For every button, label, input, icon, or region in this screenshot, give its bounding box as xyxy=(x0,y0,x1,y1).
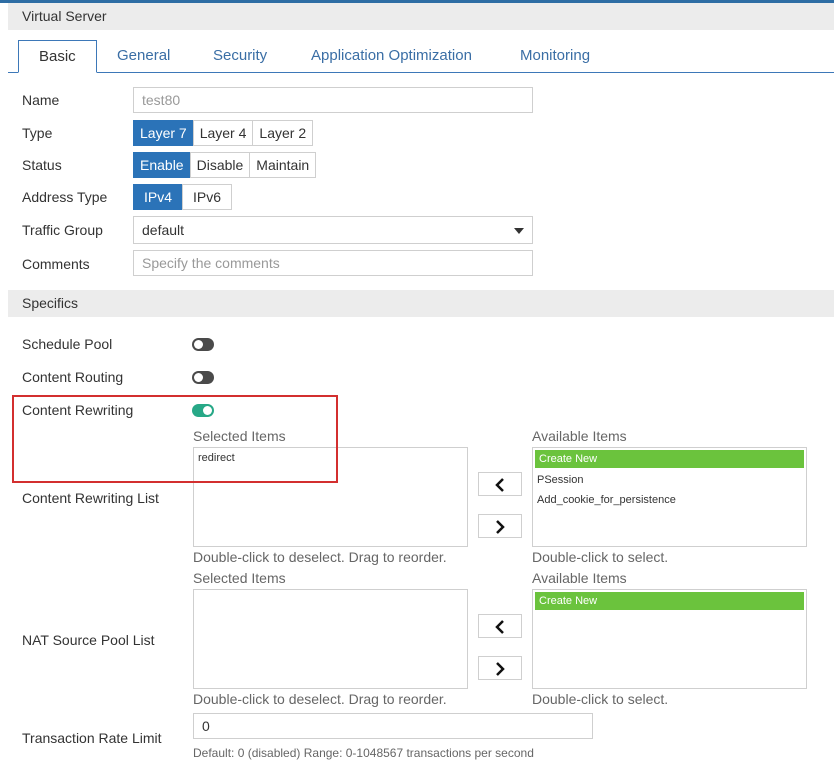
nat-move-left-button[interactable] xyxy=(478,614,522,638)
transaction-rate-limit-input[interactable] xyxy=(193,713,593,739)
type-segmented-control: Layer 7 Layer 4 Layer 2 xyxy=(133,120,314,146)
crl-available-item[interactable]: PSession xyxy=(533,470,806,490)
traffic-group-value: default xyxy=(142,222,185,238)
type-layer2-button[interactable]: Layer 2 xyxy=(252,120,314,146)
status-segmented-control: Enable Disable Maintain xyxy=(133,152,317,178)
status-maintain-button[interactable]: Maintain xyxy=(249,152,317,178)
address-type-ipv6-button[interactable]: IPv6 xyxy=(182,184,233,210)
schedule-pool-label: Schedule Pool xyxy=(22,336,113,352)
crl-move-right-button[interactable] xyxy=(478,514,522,538)
tab-security[interactable]: Security xyxy=(193,40,287,73)
transaction-rate-limit-hint: Default: 0 (disabled) Range: 0-1048567 t… xyxy=(193,746,534,760)
crl-move-left-button[interactable] xyxy=(478,472,522,496)
nat-selected-title: Selected Items xyxy=(193,570,286,586)
content-routing-label: Content Routing xyxy=(22,369,124,385)
crl-create-new-item[interactable]: Create New xyxy=(535,450,804,468)
name-label: Name xyxy=(22,92,60,108)
status-enable-button[interactable]: Enable xyxy=(133,152,191,178)
tab-bar: Basic General Security Application Optim… xyxy=(8,40,834,73)
type-layer4-button[interactable]: Layer 4 xyxy=(192,120,254,146)
nat-available-listbox[interactable]: Create New xyxy=(532,589,807,689)
tab-general[interactable]: General xyxy=(97,40,190,73)
name-input[interactable] xyxy=(133,87,533,113)
transaction-rate-limit-label: Transaction Rate Limit xyxy=(22,730,162,746)
chevron-left-icon xyxy=(495,478,504,492)
traffic-group-select[interactable]: default xyxy=(133,216,533,244)
specifics-section-header: Specifics xyxy=(8,290,834,317)
tab-basic[interactable]: Basic xyxy=(18,40,97,73)
tab-application-optimization[interactable]: Application Optimization xyxy=(291,40,492,73)
traffic-group-label: Traffic Group xyxy=(22,222,103,238)
status-label: Status xyxy=(22,157,62,173)
window-title: Virtual Server xyxy=(22,8,107,24)
chevron-down-icon xyxy=(514,228,524,234)
status-disable-button[interactable]: Disable xyxy=(189,152,251,178)
crl-available-listbox[interactable]: Create New PSession Add_cookie_for_persi… xyxy=(532,447,807,547)
nat-selected-listbox[interactable] xyxy=(193,589,468,689)
comments-label: Comments xyxy=(22,256,90,272)
crl-selected-hint: Double-click to deselect. Drag to reorde… xyxy=(193,549,447,565)
toggle-knob xyxy=(194,373,203,382)
address-type-label: Address Type xyxy=(22,189,108,205)
chevron-left-icon xyxy=(495,620,504,634)
crl-selected-item[interactable]: redirect xyxy=(194,448,467,468)
crl-selected-title: Selected Items xyxy=(193,428,286,444)
nat-source-pool-list-label: NAT Source Pool List xyxy=(22,632,155,648)
nat-move-right-button[interactable] xyxy=(478,656,522,680)
nat-available-title: Available Items xyxy=(532,570,627,586)
content-rewriting-label: Content Rewriting xyxy=(22,402,134,418)
chevron-right-icon xyxy=(496,662,505,676)
content-rewriting-toggle[interactable] xyxy=(192,404,214,417)
nat-selected-hint: Double-click to deselect. Drag to reorde… xyxy=(193,691,447,707)
crl-available-hint: Double-click to select. xyxy=(532,549,669,565)
type-label: Type xyxy=(22,125,53,141)
content-rewriting-list-label: Content Rewriting List xyxy=(22,490,159,506)
tab-monitoring[interactable]: Monitoring xyxy=(500,40,610,73)
comments-input[interactable] xyxy=(133,250,533,276)
crl-available-title: Available Items xyxy=(532,428,627,444)
specifics-title: Specifics xyxy=(22,295,79,311)
toggle-knob xyxy=(194,340,203,349)
crl-selected-listbox[interactable]: redirect xyxy=(193,447,468,547)
type-layer7-button[interactable]: Layer 7 xyxy=(133,120,194,146)
nat-create-new-item[interactable]: Create New xyxy=(535,592,804,610)
chevron-right-icon xyxy=(496,520,505,534)
crl-available-item[interactable]: Add_cookie_for_persistence xyxy=(533,490,806,510)
address-type-ipv4-button[interactable]: IPv4 xyxy=(133,184,184,210)
schedule-pool-toggle[interactable] xyxy=(192,338,214,351)
address-type-segmented-control: IPv4 IPv6 xyxy=(133,184,233,210)
window-title-bar: Virtual Server xyxy=(8,3,834,30)
content-routing-toggle[interactable] xyxy=(192,371,214,384)
toggle-knob xyxy=(203,406,212,415)
nat-available-hint: Double-click to select. xyxy=(532,691,669,707)
